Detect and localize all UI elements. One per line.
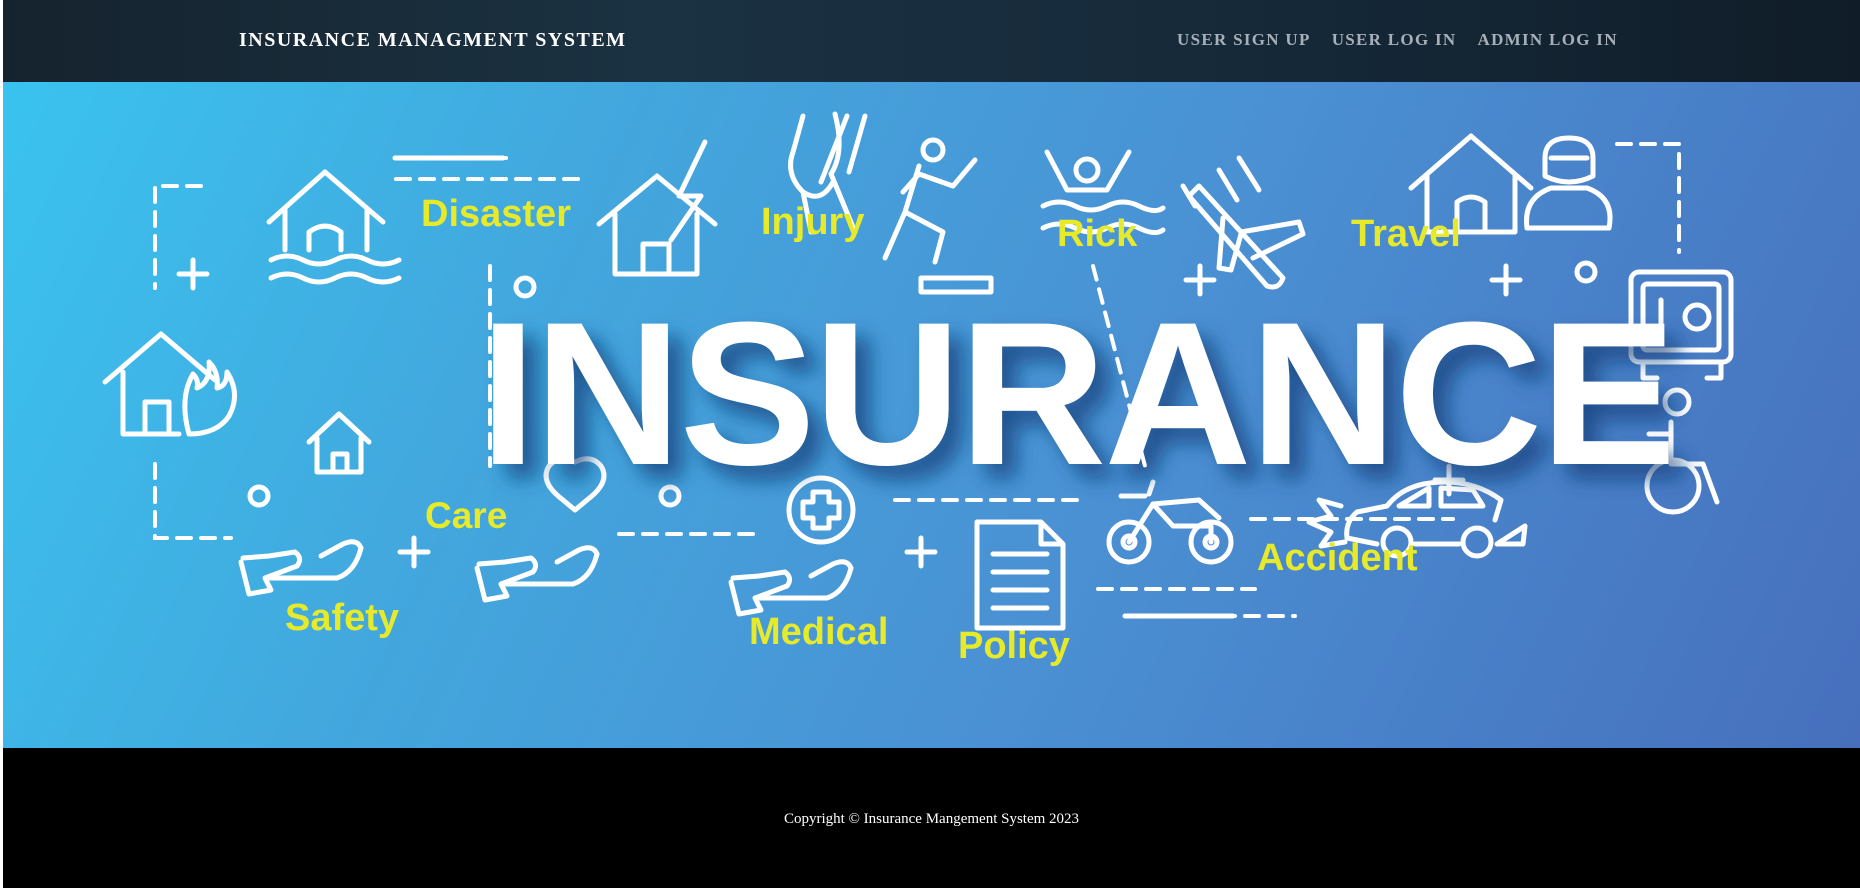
admin-log-in-link[interactable]: ADMIN LOG IN — [1478, 30, 1618, 50]
document-icon — [974, 519, 1066, 631]
flooded-house-icon — [266, 169, 402, 285]
keyword-accident: Accident — [1257, 537, 1418, 579]
lightning-house-icon — [596, 139, 718, 277]
burglar-icon — [1524, 135, 1613, 231]
keyword-rick: Rick — [1057, 213, 1138, 255]
user-log-in-link[interactable]: USER LOG IN — [1332, 30, 1457, 50]
keyword-travel: Travel — [1351, 213, 1461, 255]
keyword-medical: Medical — [749, 611, 888, 653]
keyword-policy: Policy — [958, 625, 1070, 667]
user-sign-up-link[interactable]: USER SIGN UP — [1177, 30, 1311, 50]
slipping-person-icon — [882, 137, 994, 295]
nav-links: USER SIGN UP USER LOG IN ADMIN LOG IN — [1177, 30, 1618, 50]
copyright-text: Copyright © Insurance Mangement System 2… — [783, 811, 1080, 827]
hero-banner: INSURANCE Disaster Injury Rick Travel Ca… — [3, 82, 1860, 748]
hero-headline: INSURANCE — [480, 280, 1675, 508]
keyword-disaster: Disaster — [421, 193, 571, 235]
navbar: INSURANCE MANAGMENT SYSTEM USER SIGN UP … — [3, 0, 1860, 82]
keyword-safety: Safety — [285, 597, 399, 639]
footer: Copyright © Insurance Mangement System 2… — [3, 748, 1860, 888]
brand-link[interactable]: INSURANCE MANAGMENT SYSTEM — [239, 29, 627, 52]
insurance-banner-illustration: INSURANCE Disaster Injury Rick Travel Ca… — [102, 111, 1734, 667]
burning-house-icon — [102, 331, 237, 437]
keyword-injury: Injury — [761, 201, 864, 243]
keyword-care: Care — [425, 495, 507, 536]
